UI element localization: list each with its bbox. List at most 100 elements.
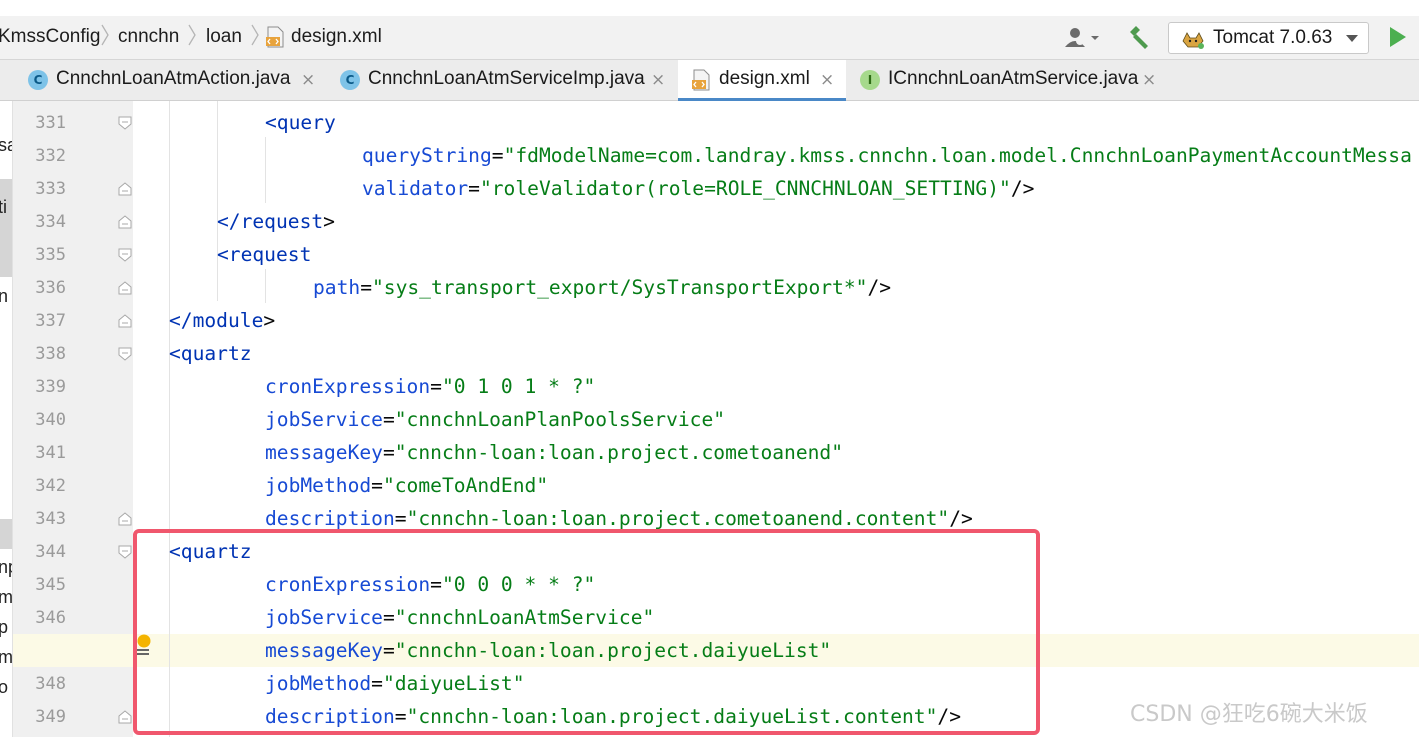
xml-tag-end: /> [1010,177,1035,200]
code-line-342: jobMethod="comeToAndEnd" [265,469,548,502]
xml-tag-end: /> [867,276,892,299]
fold-collapse-icon[interactable] [117,544,133,560]
xml-tag-end: /> [949,507,973,530]
breadcrumb-separator-icon [188,24,196,46]
close-icon[interactable]: × [651,70,665,90]
xml-tag-end: > [323,210,335,233]
fold-end-icon[interactable] [117,181,133,197]
project-item[interactable]: m [0,647,12,668]
xml-tag-end: > [263,309,276,332]
breadcrumb-item-kmssconfig[interactable]: KmssConfig [0,26,100,48]
project-item[interactable]: m [0,587,12,608]
run-icon[interactable] [1390,27,1406,47]
chevron-down-icon [1346,35,1358,42]
fold-collapse-icon[interactable] [117,115,133,131]
annotation-highlight-box [133,529,1040,735]
editor-tabs: C CnnchnLoanAtmAction.java × C CnnchnLoa… [0,60,1419,101]
hammer-icon[interactable] [1126,24,1152,50]
fold-collapse-icon[interactable] [117,247,133,263]
project-panel-selection [0,519,12,549]
line-number: 345 [35,575,66,595]
xml-equals: = [430,375,442,398]
breadcrumb-item-loan[interactable]: loan [206,26,242,48]
line-number: 340 [35,410,66,430]
xml-value: "fdModelName=com.landray.kmss.cnnchn.loa… [503,144,1412,167]
menu-strip [0,0,1419,8]
project-item[interactable]: n [0,286,8,307]
xml-attribute: jobService [265,408,383,431]
xml-value: "cnnchn-loan:loan.project.cometoanend.co… [406,507,950,530]
xml-value: "cnnchn-loan:loan.project.cometoanend" [394,441,844,464]
project-item[interactable]: ti [0,197,7,218]
xml-attribute: messageKey [265,441,383,464]
xml-equals: = [491,144,504,167]
line-number: 337 [35,311,66,331]
xml-attribute: cronExpression [265,375,431,398]
breadcrumb-item-cnnchn[interactable]: cnnchn [118,26,179,48]
project-item[interactable]: p [0,617,8,638]
code-line-334: </request> [217,205,335,238]
project-panel: sa ti n np m p m o [0,101,13,737]
code-line-335: <request [217,238,311,271]
breadcrumb-separator-icon [251,24,259,46]
line-number: 334 [35,212,66,232]
line-number: 344 [35,542,66,562]
breadcrumb-item-design-xml[interactable]: design.xml [291,26,382,48]
indent-guide [265,137,266,203]
xml-value: "comeToAndEnd" [382,474,549,497]
xml-tag: </module [169,309,264,332]
tomcat-icon [1182,32,1204,49]
run-configuration-label: Tomcat 7.0.63 [1213,27,1333,48]
xml-equals: = [382,408,395,431]
xml-tag: </request [217,210,324,233]
xml-value: "sys_transport_export/SysTransportExport… [371,276,868,299]
line-number: 349 [35,707,66,727]
xml-value: "roleValidator(role=ROLE_CNNCHNLOAN_SETT… [479,177,1011,200]
tab-label: design.xml [719,68,810,89]
line-number: 335 [35,245,66,265]
close-icon[interactable]: × [820,70,834,90]
code-line-339: cronExpression="0 1 0 1 * ?" [265,370,595,403]
watermark: CSDN @狂吃6碗大米饭 [1130,702,1368,727]
line-number: 331 [35,113,66,133]
xml-equals: = [468,177,480,200]
project-item[interactable]: sa [0,135,12,156]
close-icon[interactable]: × [301,70,315,90]
line-number: 336 [35,278,66,298]
tab-cnnchnloanatmaction[interactable]: C CnnchnLoanAtmAction.java × [16,60,326,101]
line-number: 332 [35,146,66,166]
xml-tag: <request [217,243,312,266]
tab-icnnchnloanatmservice[interactable]: I ICnnchnLoanAtmService.java × [848,60,1160,101]
project-panel-selection [0,179,12,277]
interface-icon: I [860,70,880,90]
class-icon: C [340,70,360,90]
code-line-341: messageKey="cnnchn-loan:loan.project.com… [265,436,843,469]
project-item[interactable]: np [0,557,12,578]
line-number: 339 [35,377,66,397]
class-icon: C [28,70,48,90]
run-configuration-selector[interactable]: Tomcat 7.0.63 [1168,22,1369,54]
indent-guide [265,269,266,303]
fold-end-icon[interactable] [117,511,133,527]
fold-end-icon[interactable] [117,313,133,329]
user-icon[interactable] [1064,26,1104,50]
fold-collapse-icon[interactable] [117,346,133,362]
line-number: 333 [35,179,66,199]
line-number: 342 [35,476,66,496]
code-line-340: jobService="cnnchnLoanPlanPoolsService" [265,403,725,436]
indent-guide [217,101,218,301]
tab-label: ICnnchnLoanAtmService.java [888,68,1139,89]
xml-file-icon [692,69,710,91]
tab-design-xml[interactable]: design.xml × [678,60,846,101]
xml-file-icon [266,26,284,48]
fold-end-icon[interactable] [117,709,133,725]
close-icon[interactable]: × [1142,70,1156,90]
xml-equals: = [371,474,383,497]
tab-label: CnnchnLoanAtmAction.java [56,68,291,89]
project-item[interactable]: o [0,677,8,698]
tab-cnnchnloanatmserviceimp[interactable]: C CnnchnLoanAtmServiceImp.java × [328,60,674,101]
line-number: 338 [35,344,66,364]
xml-tag: <query [265,111,336,134]
fold-end-icon[interactable] [117,280,133,296]
fold-end-icon[interactable] [117,214,133,230]
